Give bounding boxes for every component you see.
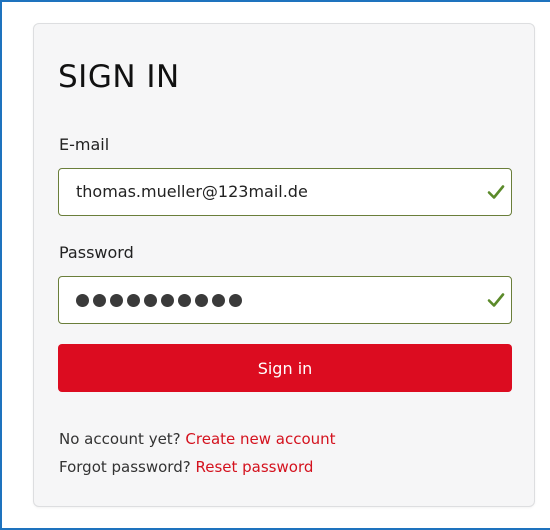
password-dot [144,294,157,307]
password-dot [195,294,208,307]
email-value: thomas.mueller@123mail.de [76,182,308,201]
create-account-link[interactable]: Create new account [185,430,335,448]
password-label: Password [59,243,134,262]
forgot-password-text: Forgot password? [59,458,191,476]
page-frame: SIGN IN E-mail thomas.mueller@123mail.de… [0,0,550,530]
password-dot [178,294,191,307]
password-field[interactable] [58,276,512,324]
password-dot [161,294,174,307]
page-title: SIGN IN [58,59,180,95]
sign-in-card: SIGN IN E-mail thomas.mueller@123mail.de… [33,23,535,507]
email-label: E-mail [59,135,110,154]
no-account-text: No account yet? [59,430,181,448]
reset-password-link[interactable]: Reset password [195,458,313,476]
create-account-row: No account yet? Create new account [59,429,336,449]
password-dot [110,294,123,307]
password-dot [212,294,225,307]
password-dot [229,294,242,307]
reset-password-row: Forgot password? Reset password [59,457,313,477]
email-field[interactable]: thomas.mueller@123mail.de [58,168,512,216]
password-dots [76,290,246,309]
sign-in-button[interactable]: Sign in [58,344,512,392]
password-dot [76,294,89,307]
password-dot [93,294,106,307]
password-value [76,277,246,323]
check-icon [487,293,505,307]
password-dot [127,294,140,307]
check-icon [487,185,505,199]
